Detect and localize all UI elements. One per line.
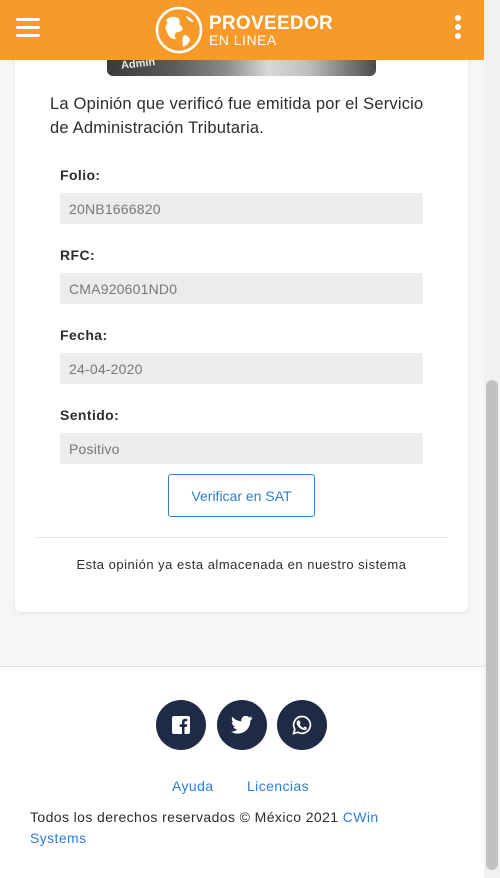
twitter-icon <box>231 715 253 734</box>
scrollbar[interactable] <box>484 0 500 878</box>
sentido-field[interactable] <box>60 433 423 464</box>
kebab-menu-icon[interactable] <box>454 15 462 43</box>
logo-title: PROVEEDOR <box>208 12 334 34</box>
copyright: Todos los derechos reservados © México 2… <box>30 807 430 849</box>
scrollbar-thumb[interactable] <box>486 380 498 870</box>
rfc-field[interactable] <box>60 273 423 304</box>
intro-text: La Opinión que verificó fue emitida por … <box>50 95 424 137</box>
whatsapp-button[interactable] <box>277 700 327 750</box>
verification-card: Admin La Opinión que verificó fue emitid… <box>15 40 468 612</box>
twitter-button[interactable] <box>217 700 267 750</box>
stored-message: Esta opinión ya esta almacenada en nuest… <box>76 557 407 572</box>
sentido-label: Sentido: <box>60 407 120 423</box>
licenses-link[interactable]: Licencias <box>247 778 309 794</box>
verify-sat-button[interactable]: Verificar en SAT <box>168 474 315 517</box>
folio-label: Folio: <box>60 167 101 183</box>
top-navbar: PROVEEDOR EN LINEA <box>0 0 484 60</box>
footer: Ayuda Licencias Todos los derechos reser… <box>0 667 484 878</box>
whatsapp-icon <box>292 715 312 735</box>
fecha-field[interactable] <box>60 353 423 384</box>
copyright-text: Todos los derechos reservados © México 2… <box>30 809 343 825</box>
globe-icon <box>155 6 203 54</box>
facebook-button[interactable] <box>156 700 206 750</box>
folio-field[interactable] <box>60 193 423 224</box>
rfc-label: RFC: <box>60 247 96 263</box>
help-link[interactable]: Ayuda <box>172 778 213 794</box>
facebook-icon <box>172 716 190 734</box>
logo[interactable]: PROVEEDOR EN LINEA <box>151 0 333 60</box>
fecha-label: Fecha: <box>60 327 108 343</box>
hamburger-icon[interactable] <box>16 18 40 40</box>
logo-subtitle: EN LINEA <box>208 31 277 48</box>
divider <box>35 537 448 538</box>
